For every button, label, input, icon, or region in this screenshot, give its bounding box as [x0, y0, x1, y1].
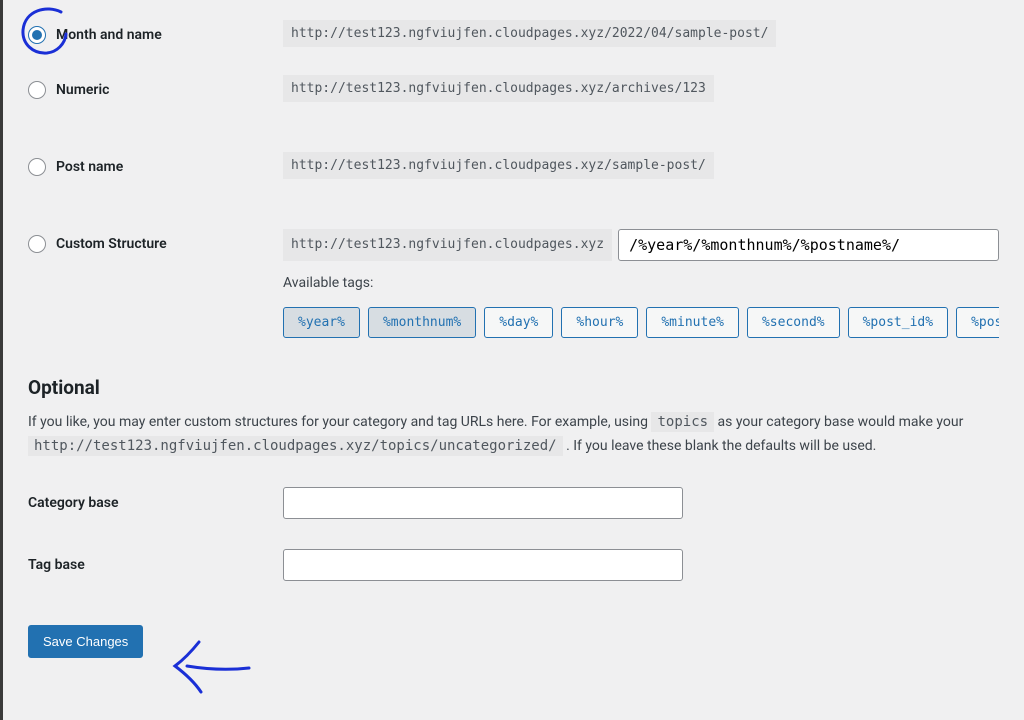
structure-tag-button[interactable]: %postname%	[956, 307, 999, 338]
structure-tag-button[interactable]: %minute%	[646, 307, 739, 338]
option-text: Custom Structure	[56, 236, 167, 252]
tag-base-row: Tag base	[28, 549, 999, 581]
category-base-label: Category base	[28, 495, 283, 511]
permalink-option-month-name: Month and name http://test123.ngfviujfen…	[28, 20, 999, 47]
option-text: Numeric	[56, 82, 109, 98]
available-tags-label: Available tags:	[283, 275, 999, 291]
structure-tag-button[interactable]: %day%	[484, 307, 553, 338]
example-url: http://test123.ngfviujfen.cloudpages.xyz…	[283, 75, 714, 102]
option-text: Month and name	[56, 27, 162, 43]
inline-code: http://test123.ngfviujfen.cloudpages.xyz…	[28, 436, 563, 456]
radio-icon[interactable]	[28, 158, 46, 176]
optional-heading: Optional	[28, 376, 999, 399]
permalink-option-numeric: Numeric http://test123.ngfviujfen.cloudp…	[28, 75, 999, 102]
custom-structure-input[interactable]	[618, 229, 999, 261]
inline-code: topics	[651, 412, 714, 432]
option-label[interactable]: Post name	[28, 152, 283, 176]
radio-icon[interactable]	[28, 26, 46, 44]
option-label[interactable]: Month and name	[28, 20, 283, 44]
structure-tag-button[interactable]: %second%	[747, 307, 840, 338]
tag-base-label: Tag base	[28, 557, 283, 573]
option-label[interactable]: Numeric	[28, 75, 283, 99]
structure-tag-button[interactable]: %monthnum%	[368, 307, 476, 338]
permalink-option-custom: Custom Structure http://test123.ngfviujf…	[28, 229, 999, 338]
radio-icon[interactable]	[28, 235, 46, 253]
structure-tag-button[interactable]: %post_id%	[848, 307, 948, 338]
optional-description: If you like, you may enter custom struct…	[28, 411, 999, 459]
option-text: Post name	[56, 159, 123, 175]
structure-tag-button[interactable]: %year%	[283, 307, 360, 338]
tag-base-input[interactable]	[283, 549, 683, 581]
example-url: http://test123.ngfviujfen.cloudpages.xyz…	[283, 20, 776, 47]
example-url: http://test123.ngfviujfen.cloudpages.xyz…	[283, 152, 714, 179]
structure-tag-button[interactable]: %hour%	[561, 307, 638, 338]
option-label[interactable]: Custom Structure	[28, 229, 283, 253]
save-button[interactable]: Save Changes	[28, 625, 143, 658]
permalink-option-post-name: Post name http://test123.ngfviujfen.clou…	[28, 152, 999, 179]
category-base-row: Category base	[28, 487, 999, 519]
radio-icon[interactable]	[28, 81, 46, 99]
category-base-input[interactable]	[283, 487, 683, 519]
custom-prefix-url: http://test123.ngfviujfen.cloudpages.xyz	[283, 229, 612, 261]
